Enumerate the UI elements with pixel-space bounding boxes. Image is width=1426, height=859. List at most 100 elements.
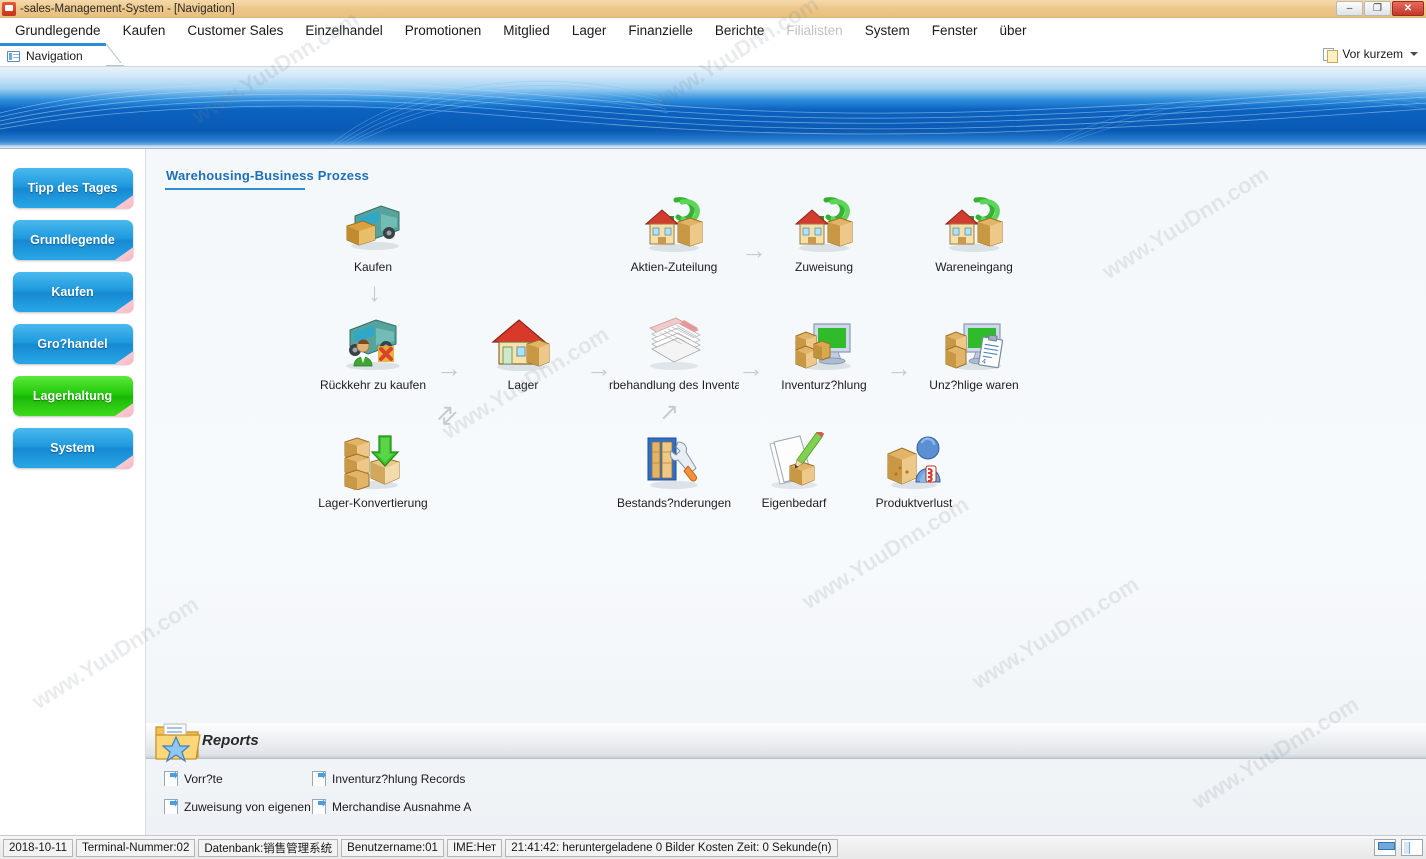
process-node-rueckkehr-zu-kaufen[interactable]: Rückkehr zu kaufen xyxy=(308,312,438,392)
status-ime: IME:Нет xyxy=(446,838,503,857)
process-node-eigenbedarf[interactable]: Eigenbedarf xyxy=(729,430,859,510)
page-title: Warehousing-Business Prozess xyxy=(166,168,370,183)
document-arrow-icon xyxy=(164,771,178,786)
house-box-icon xyxy=(458,312,588,372)
arrow-bestand-to-vorbehandlung: ↗ xyxy=(659,399,680,426)
window-controls: – ❐ ✕ xyxy=(1336,1,1424,16)
process-node-produktverlust[interactable]: Produktverlust xyxy=(849,430,979,510)
process-node-zuweisung[interactable]: Zuweisung xyxy=(759,194,889,274)
arrow-vorbehandlung-to-inventur: → xyxy=(738,353,764,383)
house-money-box-icon xyxy=(609,194,739,254)
sidebar-item-kaufen[interactable]: Kaufen xyxy=(12,272,133,312)
process-node-unzaehlige-waren[interactable]: 4 Unz?hlige waren xyxy=(909,312,1039,392)
process-node-label: Produktverlust xyxy=(875,496,953,510)
menu-item-grundlegende[interactable]: Grundlegende xyxy=(4,20,112,41)
status-bar: 2018-10-11 Terminal-Nummer:02 Datenbank:… xyxy=(0,835,1426,859)
documents-stack-icon xyxy=(609,312,739,372)
report-link-inventurzaehlung-records[interactable]: Inventurz?hlung Records xyxy=(312,771,487,786)
banner-waves-decoration xyxy=(0,80,1426,146)
report-link-label: Zuweisung von eigenen Ve xyxy=(184,799,316,814)
process-node-label: Aktien-Zuteilung xyxy=(630,260,718,274)
box-person-icon xyxy=(849,430,979,490)
title-bar: -sales-Management-System - [Navigation] … xyxy=(0,0,1426,18)
status-date: 2018-10-11 xyxy=(3,838,73,857)
header-banner xyxy=(0,67,1426,149)
process-node-label: Unz?hlige waren xyxy=(929,378,1019,392)
sidebar-item-lagerhaltung[interactable]: Lagerhaltung xyxy=(12,376,133,416)
app-icon xyxy=(2,1,16,16)
tab-shape-decoration xyxy=(106,43,124,66)
arrow-lager-konvert-bidirectional: ⇅ xyxy=(429,399,464,434)
reports-title: Reports xyxy=(202,732,259,749)
close-button[interactable]: ✕ xyxy=(1392,1,1424,16)
house-money-box-icon xyxy=(909,194,1039,254)
document-arrow-icon xyxy=(312,799,326,814)
report-link-label: Inventurz?hlung Records xyxy=(332,771,466,786)
arrow-inventur-to-unzaehlige: → xyxy=(886,353,912,383)
process-node-bestandsaenderungen[interactable]: Bestands?nderungen xyxy=(609,430,739,510)
truck-person-cancel-icon xyxy=(308,312,438,372)
menu-item-einzelhandel[interactable]: Einzelhandel xyxy=(294,20,393,41)
process-node-wareneingang[interactable]: Wareneingang xyxy=(909,194,1039,274)
process-node-lager-konvertierung[interactable]: Lager-Konvertierung xyxy=(308,430,438,510)
chevron-down-icon xyxy=(1410,52,1418,56)
process-node-label: Inventurz?hlung xyxy=(781,378,867,392)
sidebar-item-label: Grundlegende xyxy=(30,233,115,247)
document-arrow-icon xyxy=(312,771,326,786)
process-node-kaufen[interactable]: Kaufen xyxy=(308,194,438,274)
report-link-vorraete[interactable]: Vorr?te xyxy=(164,771,319,786)
menu-item-customer-sales[interactable]: Customer Sales xyxy=(176,20,294,41)
process-node-label: Wareneingang xyxy=(935,260,1013,274)
sidebar-item-label: Tipp des Tages xyxy=(27,181,118,195)
process-node-label: Bestands?nderungen xyxy=(616,496,732,510)
process-node-lager[interactable]: Lager xyxy=(458,312,588,392)
menu-item-promotionen[interactable]: Promotionen xyxy=(394,20,493,41)
report-link-merchandise-ausnahme[interactable]: Merchandise Ausnahme A xyxy=(312,799,487,814)
tab-navigation[interactable]: Navigation xyxy=(0,43,106,66)
sidebar-item-tipp-des-tages[interactable]: Tipp des Tages xyxy=(12,168,133,208)
process-node-vorbehandlung-inventar[interactable]: rbehandlung des Inventa xyxy=(609,312,739,392)
arrow-lager-to-vorbehandlung: → xyxy=(586,353,612,383)
report-link-label: Vorr?te xyxy=(184,771,223,786)
menu-item-kaufen[interactable]: Kaufen xyxy=(112,20,177,41)
process-node-label: Rückkehr zu kaufen xyxy=(319,378,427,392)
boxes-clipboard-icon: 4 xyxy=(909,312,1039,372)
recent-dropdown[interactable]: Vor kurzem xyxy=(1323,47,1418,63)
sidebar-item-system[interactable]: System xyxy=(12,428,133,468)
view-split-icon[interactable] xyxy=(1401,839,1423,856)
menu-item-berichte[interactable]: Berichte xyxy=(704,20,776,41)
process-node-aktien-zuteilung[interactable]: Aktien-Zuteilung xyxy=(609,194,739,274)
menu-item-fenster[interactable]: Fenster xyxy=(921,20,989,41)
body-area: Tipp des Tages Grundlegende Kaufen Gro?h… xyxy=(0,149,1426,835)
menu-item-mitglied[interactable]: Mitglied xyxy=(492,20,561,41)
recent-label: Vor kurzem xyxy=(1342,47,1403,61)
minimize-button[interactable]: – xyxy=(1336,1,1363,16)
arrow-zuweisung-to-wareneingang: → xyxy=(741,235,767,265)
main-content: Warehousing-Business Prozess Kaufen Akti… xyxy=(146,149,1426,835)
process-node-inventurzaehlung[interactable]: Inventurz?hlung xyxy=(759,312,889,392)
menu-item-finanzielle[interactable]: Finanzielle xyxy=(617,20,704,41)
sidebar-item-grundlegende[interactable]: Grundlegende xyxy=(12,220,133,260)
sidebar-item-label: Gro?handel xyxy=(37,337,108,351)
menu-item-ueber[interactable]: über xyxy=(989,20,1038,41)
sidebar-item-grosshandel[interactable]: Gro?handel xyxy=(12,324,133,364)
paper-pencil-box-icon xyxy=(729,430,859,490)
menu-item-lager[interactable]: Lager xyxy=(561,20,618,41)
status-terminal: Terminal-Nummer:02 xyxy=(75,838,196,857)
copy-pages-icon xyxy=(1323,47,1339,63)
process-node-label: Lager xyxy=(507,378,539,392)
restore-button[interactable]: ❐ xyxy=(1364,1,1391,16)
process-node-label: Zuweisung xyxy=(794,260,854,274)
window-title: -sales-Management-System - [Navigation] xyxy=(20,2,235,15)
view-wide-icon[interactable] xyxy=(1374,839,1396,856)
tab-navigation-label: Navigation xyxy=(26,49,83,63)
menu-item-system[interactable]: System xyxy=(854,20,921,41)
arrow-kaufen-to-rueckkehr: ↓ xyxy=(368,277,381,307)
page-title-underline xyxy=(165,188,305,190)
status-database: Datenbank:销售管理系统 xyxy=(198,838,339,857)
truck-box-icon xyxy=(308,194,438,254)
house-money-box-icon xyxy=(759,194,889,254)
report-link-zuweisung-eigene[interactable]: Zuweisung von eigenen Ve xyxy=(164,799,316,814)
report-link-label: Merchandise Ausnahme A xyxy=(332,799,472,814)
arrow-rueckkehr-to-lager: → xyxy=(436,353,462,383)
